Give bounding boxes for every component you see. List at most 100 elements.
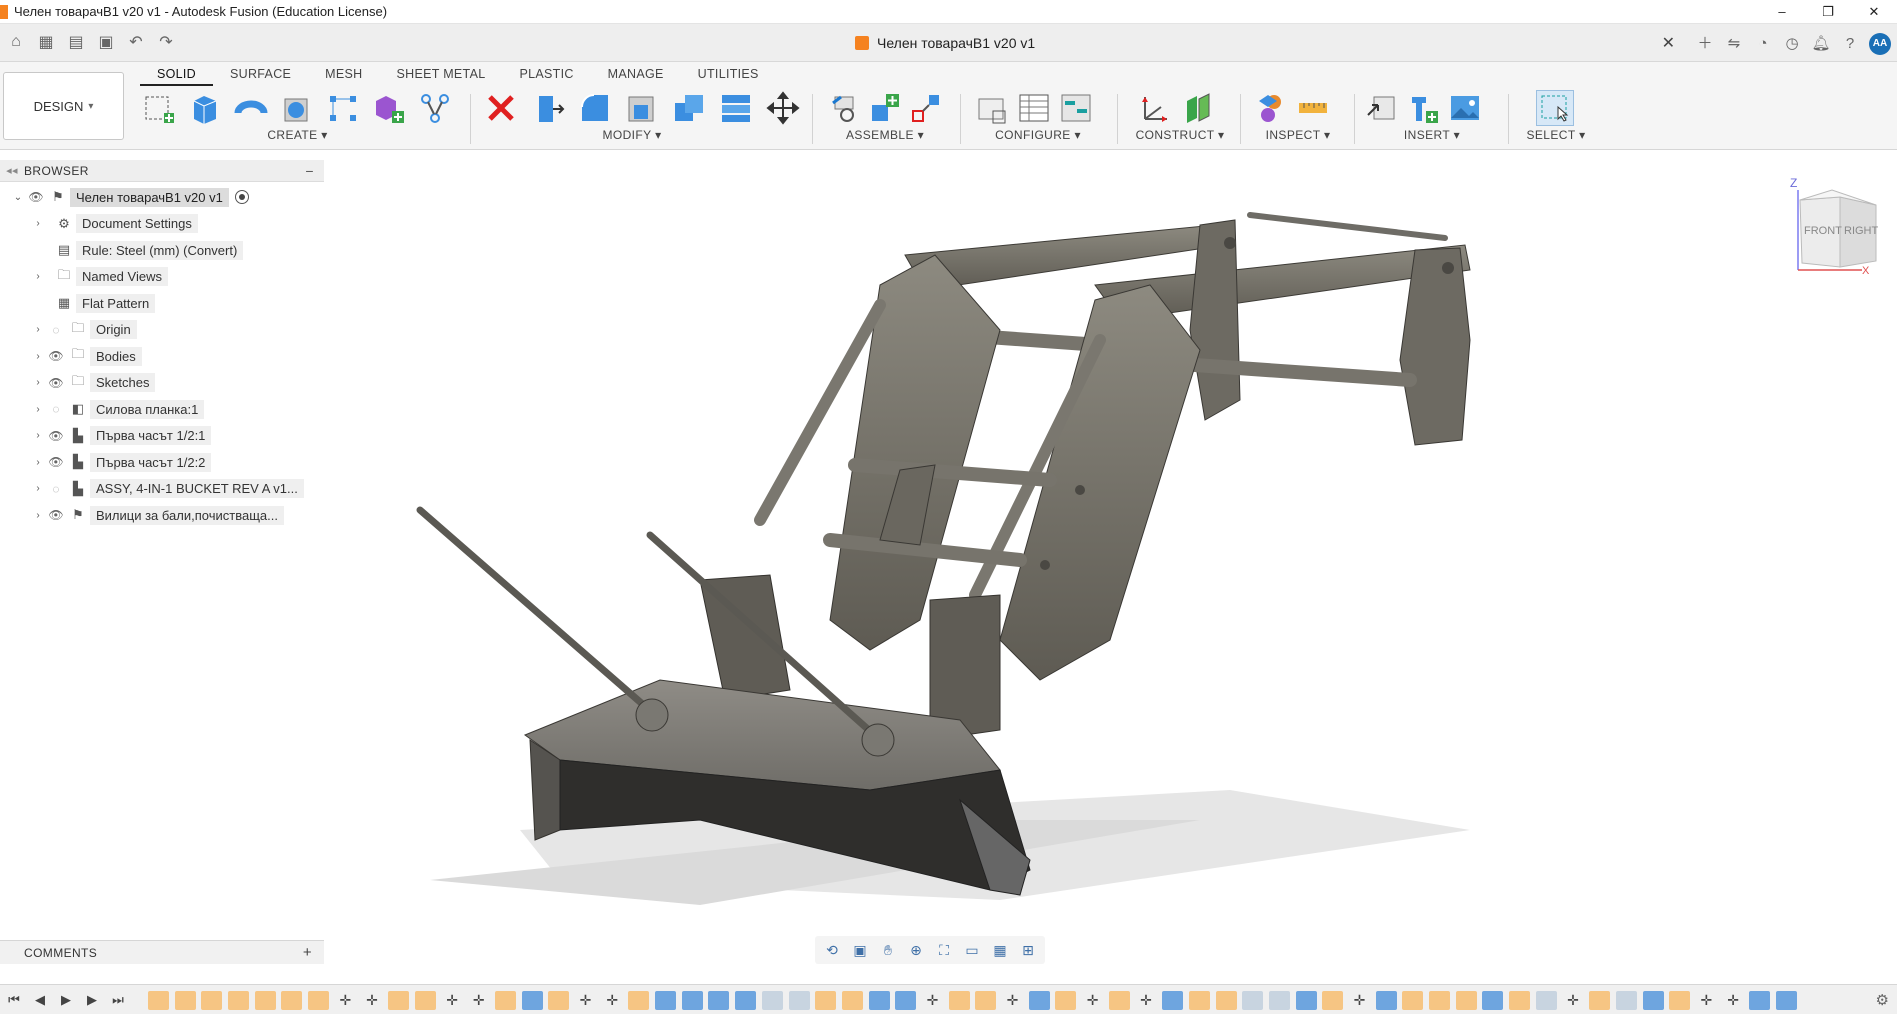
new-component-assemble-icon[interactable] bbox=[866, 90, 904, 126]
chevron-right-icon[interactable]: › bbox=[30, 351, 46, 362]
timeline-feature[interactable] bbox=[628, 991, 650, 1010]
tree-item-origin[interactable]: › ◌ 🗀 Origin bbox=[0, 317, 324, 344]
timeline-feature[interactable] bbox=[1108, 991, 1130, 1010]
tab-utilities[interactable]: UTILITIES bbox=[681, 62, 776, 86]
tree-item-silova-planka[interactable]: › ◌ ◧ Силова планка:1 bbox=[0, 396, 324, 423]
tree-item-bodies[interactable]: › 👁︎ 🗀 Bodies bbox=[0, 343, 324, 370]
press-pull-icon[interactable] bbox=[529, 90, 567, 126]
timeline-feature[interactable] bbox=[1535, 991, 1557, 1010]
select-menu[interactable]: SELECT ▾ bbox=[1516, 128, 1596, 142]
redo-icon[interactable]: ↷ bbox=[156, 32, 176, 52]
timeline-feature[interactable] bbox=[1295, 991, 1317, 1010]
timeline-feature[interactable] bbox=[1375, 991, 1397, 1010]
chevron-right-icon[interactable]: › bbox=[30, 483, 46, 494]
hidden-eye-icon[interactable]: ◌ bbox=[46, 402, 66, 416]
move-copy-icon[interactable] bbox=[764, 90, 802, 126]
timeline-feature[interactable] bbox=[1775, 991, 1797, 1010]
timeline-feature[interactable] bbox=[1455, 991, 1477, 1010]
chevron-down-icon[interactable]: ⌄ bbox=[10, 192, 26, 203]
step-back-icon[interactable]: ◀ bbox=[32, 992, 48, 1008]
user-avatar[interactable]: AA bbox=[1869, 33, 1891, 55]
tree-item-parva-chast-2[interactable]: › 👁︎ ▙ Първа часът 1/2:2 bbox=[0, 449, 324, 476]
tab-manage[interactable]: MANAGE bbox=[591, 62, 681, 86]
timeline-feature[interactable] bbox=[895, 991, 917, 1010]
timeline-feature[interactable] bbox=[388, 991, 410, 1010]
timeline-move-icon[interactable]: ✛ bbox=[602, 991, 623, 1010]
timeline-feature[interactable] bbox=[1749, 991, 1771, 1010]
timeline-move-icon[interactable]: ✛ bbox=[1082, 991, 1103, 1010]
chevron-right-icon[interactable]: › bbox=[30, 404, 46, 415]
timeline-feature[interactable] bbox=[308, 991, 330, 1010]
document-tab[interactable]: Челен товарачВ1 v20 v1 ✕ bbox=[855, 30, 1675, 56]
revolve-icon[interactable] bbox=[232, 90, 270, 126]
extensions-icon[interactable]: ⇋ bbox=[1724, 34, 1744, 54]
grid-settings-icon[interactable]: ▦ bbox=[989, 942, 1011, 959]
hidden-eye-icon[interactable]: ◌ bbox=[46, 482, 66, 496]
create-menu[interactable]: CREATE ▾ bbox=[140, 128, 455, 142]
modify-menu[interactable]: MODIFY ▾ bbox=[482, 128, 782, 142]
timeline-move-icon[interactable]: ✛ bbox=[442, 991, 463, 1010]
timeline-feature[interactable] bbox=[841, 991, 863, 1010]
3d-viewport[interactable] bbox=[324, 150, 1897, 930]
sweep-icon[interactable] bbox=[278, 90, 316, 126]
timeline-feature[interactable] bbox=[1215, 991, 1237, 1010]
measure-icon[interactable] bbox=[1294, 90, 1332, 126]
help-icon[interactable]: ? bbox=[1840, 34, 1860, 54]
timeline-feature[interactable] bbox=[735, 991, 757, 1010]
timeline-feature[interactable] bbox=[201, 991, 223, 1010]
display-settings-icon[interactable]: ▭ bbox=[961, 942, 983, 959]
timeline-feature[interactable] bbox=[1055, 991, 1077, 1010]
file-menu-icon[interactable]: ▤ bbox=[66, 32, 86, 52]
viewports-icon[interactable]: ⊞ bbox=[1017, 942, 1039, 959]
timeline-feature[interactable] bbox=[1028, 991, 1050, 1010]
rectangular-pattern-icon[interactable] bbox=[324, 90, 362, 126]
axis-icon[interactable] bbox=[1137, 90, 1175, 126]
fillet-icon[interactable] bbox=[576, 90, 614, 126]
timeline-feature[interactable] bbox=[975, 991, 997, 1010]
visibility-eye-icon[interactable]: 👁︎ bbox=[46, 429, 66, 443]
notifications-bell-icon[interactable]: 🔔︎ bbox=[1811, 34, 1831, 54]
timeline-move-icon[interactable]: ✛ bbox=[1002, 991, 1023, 1010]
visibility-eye-icon[interactable]: 👁︎ bbox=[46, 508, 66, 522]
new-component-icon[interactable] bbox=[370, 90, 408, 126]
add-comment-button[interactable]: + bbox=[303, 944, 312, 961]
timeline-feature[interactable] bbox=[681, 991, 703, 1010]
timeline-feature[interactable] bbox=[254, 991, 276, 1010]
chevron-right-icon[interactable]: › bbox=[30, 377, 46, 388]
visibility-eye-icon[interactable]: 👁︎ bbox=[46, 455, 66, 469]
play-icon[interactable]: ▶ bbox=[58, 992, 74, 1008]
go-to-end-icon[interactable]: ⏭ bbox=[110, 992, 126, 1008]
construct-menu[interactable]: CONSTRUCT ▾ bbox=[1125, 128, 1235, 142]
save-icon[interactable]: ▣ bbox=[96, 32, 116, 52]
timeline-feature[interactable] bbox=[815, 991, 837, 1010]
viewcube[interactable]: Z FRONT RIGHT X bbox=[1790, 175, 1880, 275]
new-tab-plus-icon[interactable]: ＋ bbox=[1695, 34, 1715, 54]
rigid-group-icon[interactable] bbox=[907, 90, 945, 126]
tab-plastic[interactable]: PLASTIC bbox=[502, 62, 590, 86]
tree-root-item[interactable]: ⌄ 👁︎ ⚑ Челен товарачВ1 v20 v1 bbox=[0, 184, 324, 211]
activate-radio-icon[interactable] bbox=[234, 190, 249, 205]
assemble-menu[interactable]: ASSEMBLE ▾ bbox=[825, 128, 945, 142]
offset-face-icon[interactable] bbox=[717, 90, 755, 126]
timeline-feature[interactable] bbox=[1242, 991, 1264, 1010]
timeline-feature[interactable] bbox=[228, 991, 250, 1010]
window-select-icon[interactable] bbox=[1536, 90, 1574, 126]
configure-menu[interactable]: CONFIGURE ▾ bbox=[973, 128, 1103, 142]
orbit-icon[interactable]: ⟲ bbox=[821, 942, 843, 959]
home-icon[interactable]: ⌂ bbox=[6, 33, 26, 51]
timeline-move-icon[interactable]: ✛ bbox=[1349, 991, 1370, 1010]
timeline-feature[interactable] bbox=[414, 991, 436, 1010]
collapse-panel-icon[interactable]: ◂◂ bbox=[0, 164, 24, 177]
configuration-rule-icon[interactable] bbox=[1057, 90, 1095, 126]
delete-icon[interactable] bbox=[482, 90, 520, 126]
timeline-feature[interactable] bbox=[655, 991, 677, 1010]
offset-plane-icon[interactable] bbox=[1179, 90, 1217, 126]
timeline-feature[interactable] bbox=[1669, 991, 1691, 1010]
timeline-feature[interactable] bbox=[708, 991, 730, 1010]
timeline-feature[interactable] bbox=[521, 991, 543, 1010]
timeline-feature[interactable] bbox=[761, 991, 783, 1010]
timeline-feature[interactable] bbox=[1642, 991, 1664, 1010]
insert-derive-icon[interactable] bbox=[1362, 90, 1400, 126]
close-document-button[interactable]: ✕ bbox=[1662, 33, 1675, 53]
visibility-eye-icon[interactable]: 👁︎ bbox=[26, 190, 46, 204]
